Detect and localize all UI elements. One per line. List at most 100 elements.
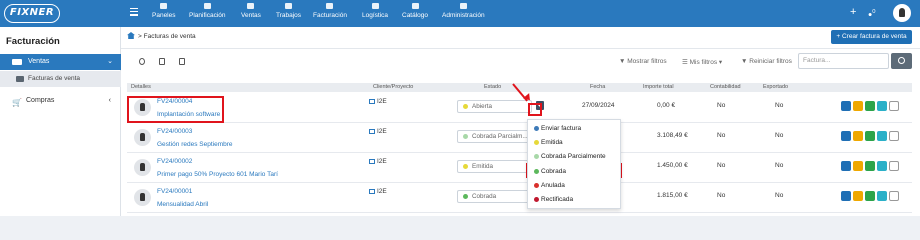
edit-icon[interactable] [877,131,887,141]
sidebar-item-compras[interactable]: 🛒 Compras ‹ [0,94,121,108]
client-link[interactable]: I2E [369,188,387,195]
status-dropdown-menu: Enviar factura Emitida Cobrada Parcialme… [527,119,621,209]
menu-item-cobrada-parcialmente[interactable]: Cobrada Parcialmente [528,150,622,163]
status-dot [534,154,539,159]
copy-icon[interactable] [865,101,875,111]
plus-icon[interactable]: + [850,6,856,18]
edit-icon[interactable] [877,101,887,111]
copy-icon[interactable] [865,131,875,141]
my-filters-button[interactable]: ☰ Mis filtros ▾ [682,58,722,66]
email-icon[interactable] [841,161,851,171]
home-icon[interactable] [127,32,135,39]
search-icon[interactable] [891,53,912,69]
more-options-icon[interactable] [889,101,899,111]
email-icon[interactable] [841,101,851,111]
email-icon[interactable] [841,131,851,141]
accounting-status: No [717,162,726,169]
sidebar-item-facturas-venta[interactable]: Facturas de venta [0,71,121,87]
copy-icon[interactable] [865,191,875,201]
user-avatar [134,159,151,176]
bell-icon[interactable]: ●0 [868,9,875,18]
table-row[interactable]: FV24/00002 Primer pago 50% Proyecto 601 … [127,154,912,183]
dashboard-icon [160,3,168,9]
menu-item-anulada[interactable]: Anulada [528,179,622,192]
show-filters-button[interactable]: ▼ Mostrar filtros [619,58,667,65]
menu-item-enviar-factura[interactable]: Enviar factura [528,122,622,135]
nav-administracion[interactable]: Administración [442,3,485,19]
external-link-icon [369,159,375,164]
calculator-icon[interactable] [179,58,185,65]
invoice-description[interactable]: Primer pago 50% Proyecto 601 Mario Tarí [157,171,278,178]
top-navbar: FIXNER Paneles Planificación Ventas Trab… [0,0,920,27]
table-row[interactable]: FV24/00004 Implantación software I2E Abi… [127,94,912,123]
edit-icon[interactable] [877,191,887,201]
truck-icon [371,3,379,9]
row-actions [841,101,901,111]
client-link[interactable]: I2E [369,158,387,165]
nav-ventas[interactable]: Ventas [241,3,261,19]
nav-catalogo[interactable]: Catálogo [402,3,428,19]
chevron-left-icon: ‹ [108,97,111,104]
accounting-status: No [717,192,726,199]
invoice-description[interactable]: Mensualidad Abril [157,201,208,208]
more-options-icon[interactable] [889,161,899,171]
refresh-icon[interactable] [139,58,145,65]
create-invoice-button[interactable]: + Crear factura de venta [831,30,912,44]
status-dot [534,169,539,174]
row-actions [841,131,901,141]
catalog-icon [411,3,419,9]
edit-icon[interactable] [877,161,887,171]
calendar-icon [203,3,211,9]
status-dot [463,134,468,139]
menu-item-cobrada[interactable]: Cobrada [528,165,622,178]
client-link[interactable]: I2E [369,128,387,135]
row-actions [841,191,901,201]
status-select[interactable]: Cobrada [457,190,532,203]
sidebar-item-ventas[interactable]: Ventas ⌄ [0,54,121,70]
reset-filters-button[interactable]: ▼ Reiniciar filtros [741,58,792,65]
invoice-code[interactable]: FV24/00003 [157,128,192,135]
user-avatar[interactable] [893,4,911,22]
row-actions [841,161,901,171]
client-link[interactable]: I2E [369,98,387,105]
status-select[interactable]: Cobrada Parcialm... [457,130,532,143]
table-row[interactable]: FV24/00001 Mensualidad Abril I2E Cobrada… [127,184,912,213]
exported-status: No [775,162,784,169]
table-row[interactable]: FV24/00003 Gestión redes Septiembre I2E … [127,124,912,153]
nav-paneles[interactable]: Paneles [152,3,176,19]
print-icon[interactable] [853,191,863,201]
invoice-code[interactable]: FV24/00001 [157,188,192,195]
chevron-down-icon: ⌄ [107,58,113,65]
copy-icon[interactable] [865,161,875,171]
col-fecha: Fecha [590,84,606,90]
external-link-icon [369,129,375,134]
print-icon[interactable] [853,101,863,111]
status-select[interactable]: Abierta [457,100,532,113]
menu-item-rectificada[interactable]: Rectificada [528,193,622,206]
nav-trabajos[interactable]: Trabajos [276,3,301,19]
search-input[interactable]: Factura... [798,53,889,69]
email-icon[interactable] [841,191,851,201]
col-exportado: Exportado [763,84,789,90]
invoice-description[interactable]: Gestión redes Septiembre [157,141,233,148]
status-dot [463,164,468,169]
invoice-code[interactable]: FV24/00002 [157,158,192,165]
nav-logistica[interactable]: Logística [362,3,388,19]
user-avatar [134,129,151,146]
status-dot [534,197,539,202]
more-options-icon[interactable] [889,191,899,201]
status-dot [534,140,539,145]
pdf-icon[interactable] [159,58,165,65]
sidebar-item-label: Ventas [28,58,50,65]
fixner-logo[interactable]: FIXNER [4,4,60,23]
nav-facturacion[interactable]: Facturación [313,3,347,19]
status-select[interactable]: Emitida [457,160,532,173]
sidebar-title: Facturación [6,36,60,47]
menu-item-emitida[interactable]: Emitida [528,136,622,149]
print-icon[interactable] [853,131,863,141]
print-icon[interactable] [853,161,863,171]
nav-planificacion[interactable]: Planificación [189,3,226,19]
sidebar-item-label: Facturas de venta [28,75,81,82]
more-options-icon[interactable] [889,131,899,141]
hamburger-menu-icon[interactable] [130,8,138,16]
